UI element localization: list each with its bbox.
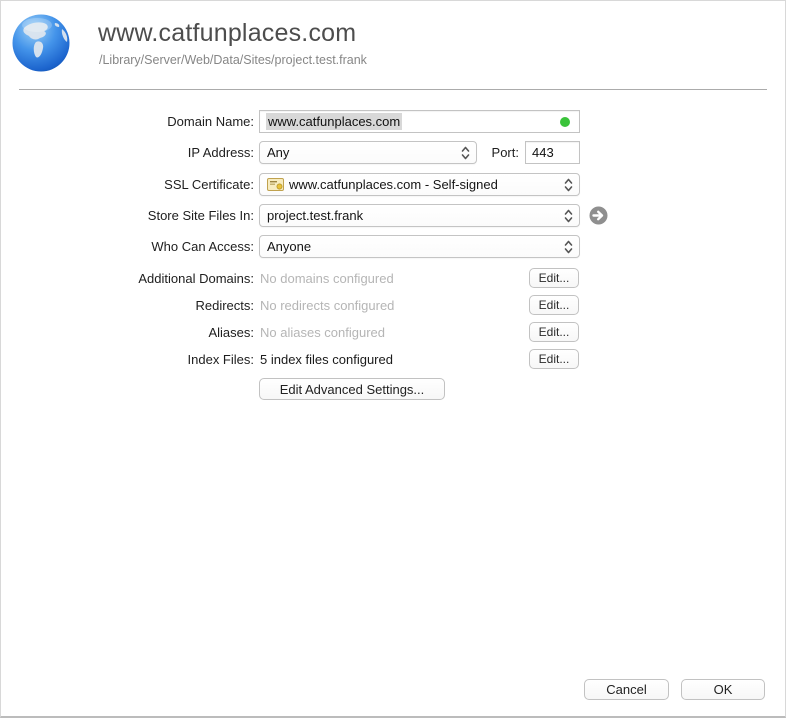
redirects-row: Redirects: No redirects configured Edit.… [1,295,785,315]
domain-name-value: www.catfunplaces.com [266,113,403,130]
ip-address-row: IP Address: Any Port: [1,141,785,164]
chevron-updown-icon [564,209,573,222]
store-site-files-row: Store Site Files In: project.test.frank [1,204,785,227]
who-can-access-label: Who Can Access: [151,239,254,254]
port-input[interactable] [525,141,580,164]
domain-name-row: Domain Name: www.catfunplaces.com [1,110,785,133]
redirects-label: Redirects: [195,297,254,313]
domain-name-label: Domain Name: [167,114,254,129]
ssl-certificate-value: www.catfunplaces.com - Self-signed [289,177,498,192]
ssl-certificate-row: SSL Certificate: www.catfunplaces.com - … [1,173,785,196]
additional-domains-value: No domains configured [260,270,394,286]
additional-domains-row: Additional Domains: No domains configure… [1,268,785,288]
aliases-value: No aliases configured [260,324,386,340]
ok-button[interactable]: OK [681,679,765,700]
index-files-row: Index Files: 5 index files configured Ed… [1,349,785,369]
store-site-files-popup[interactable]: project.test.frank [259,204,580,227]
redirects-value: No redirects configured [260,297,395,313]
edit-aliases-button[interactable]: Edit... [529,322,579,342]
page-title: www.catfunplaces.com [98,19,357,47]
status-dot [560,116,570,127]
globe-icon [12,14,70,72]
who-can-access-value: Anyone [267,239,312,254]
aliases-label: Aliases: [208,324,254,340]
arrow-circle-icon [589,206,608,225]
chevron-updown-icon [564,178,573,191]
aliases-row: Aliases: No aliases configured Edit... [1,322,785,342]
store-site-files-value: project.test.frank [267,208,364,223]
index-files-label: Index Files: [187,351,254,367]
reveal-folder-button[interactable] [589,206,608,225]
port-label: Port: [491,145,519,160]
store-site-files-label: Store Site Files In: [147,208,254,223]
ip-address-value: Any [267,145,290,160]
edit-additional-domains-button[interactable]: Edit... [529,268,579,288]
edit-redirects-button[interactable]: Edit... [529,295,579,315]
additional-domains-label: Additional Domains: [138,270,254,286]
domain-name-input[interactable]: www.catfunplaces.com [259,110,580,133]
ssl-certificate-label: SSL Certificate: [164,177,254,192]
edit-index-files-button[interactable]: Edit... [529,349,579,369]
header-divider [19,89,767,90]
ssl-certificate-popup[interactable]: www.catfunplaces.com - Self-signed [259,173,580,196]
site-path: /Library/Server/Web/Data/Sites/project.t… [99,53,367,67]
cancel-button[interactable]: Cancel [584,679,669,700]
site-settings-window: www.catfunplaces.com /Library/Server/Web… [0,0,786,718]
ip-address-label: IP Address: [187,145,254,160]
who-can-access-popup[interactable]: Anyone [259,235,580,258]
who-can-access-row: Who Can Access: Anyone [1,235,785,258]
index-files-value: 5 index files configured [260,351,393,367]
certificate-icon [267,178,284,191]
edit-advanced-settings-button[interactable]: Edit Advanced Settings... [259,378,445,400]
chevron-updown-icon [564,240,573,253]
